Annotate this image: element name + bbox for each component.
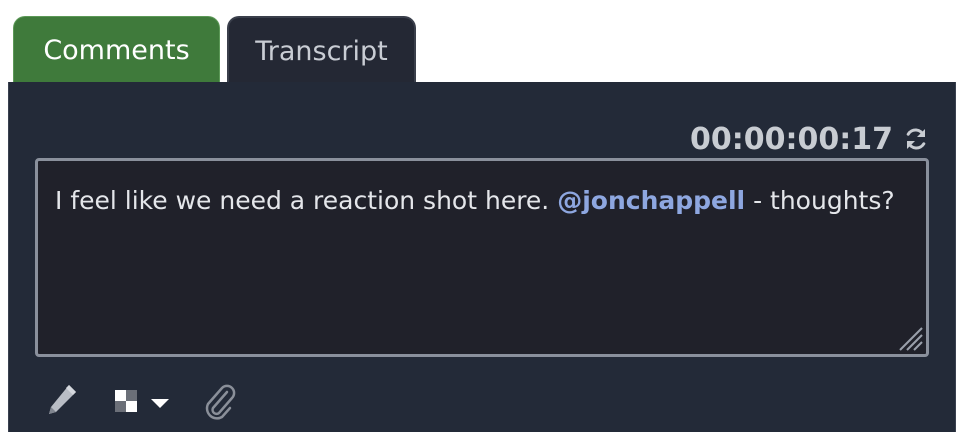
comment-text-after: - thoughts? xyxy=(745,186,895,215)
comment-text-before: I feel like we need a reaction shot here… xyxy=(55,186,558,215)
color-swatch-icon[interactable] xyxy=(115,390,137,412)
tab-bar: Comments Transcript xyxy=(0,0,962,84)
tab-transcript-label: Transcript xyxy=(255,35,388,67)
comments-panel: 00:00:00:17 I feel like we need a reacti… xyxy=(8,82,956,432)
refresh-icon[interactable] xyxy=(903,126,929,152)
pencil-icon[interactable] xyxy=(45,382,79,418)
tab-comments-label: Comments xyxy=(43,35,190,66)
tab-comments[interactable]: Comments xyxy=(13,16,220,84)
resize-grip-icon[interactable] xyxy=(894,322,924,352)
timecode: 00:00:00:17 xyxy=(690,122,893,157)
comment-toolbar xyxy=(45,382,345,422)
chevron-down-icon[interactable] xyxy=(149,396,171,410)
paperclip-icon[interactable] xyxy=(201,382,237,420)
tab-transcript[interactable]: Transcript xyxy=(227,16,416,84)
comment-input[interactable]: I feel like we need a reaction shot here… xyxy=(35,158,929,357)
mention-link[interactable]: @jonchappell xyxy=(557,186,745,215)
